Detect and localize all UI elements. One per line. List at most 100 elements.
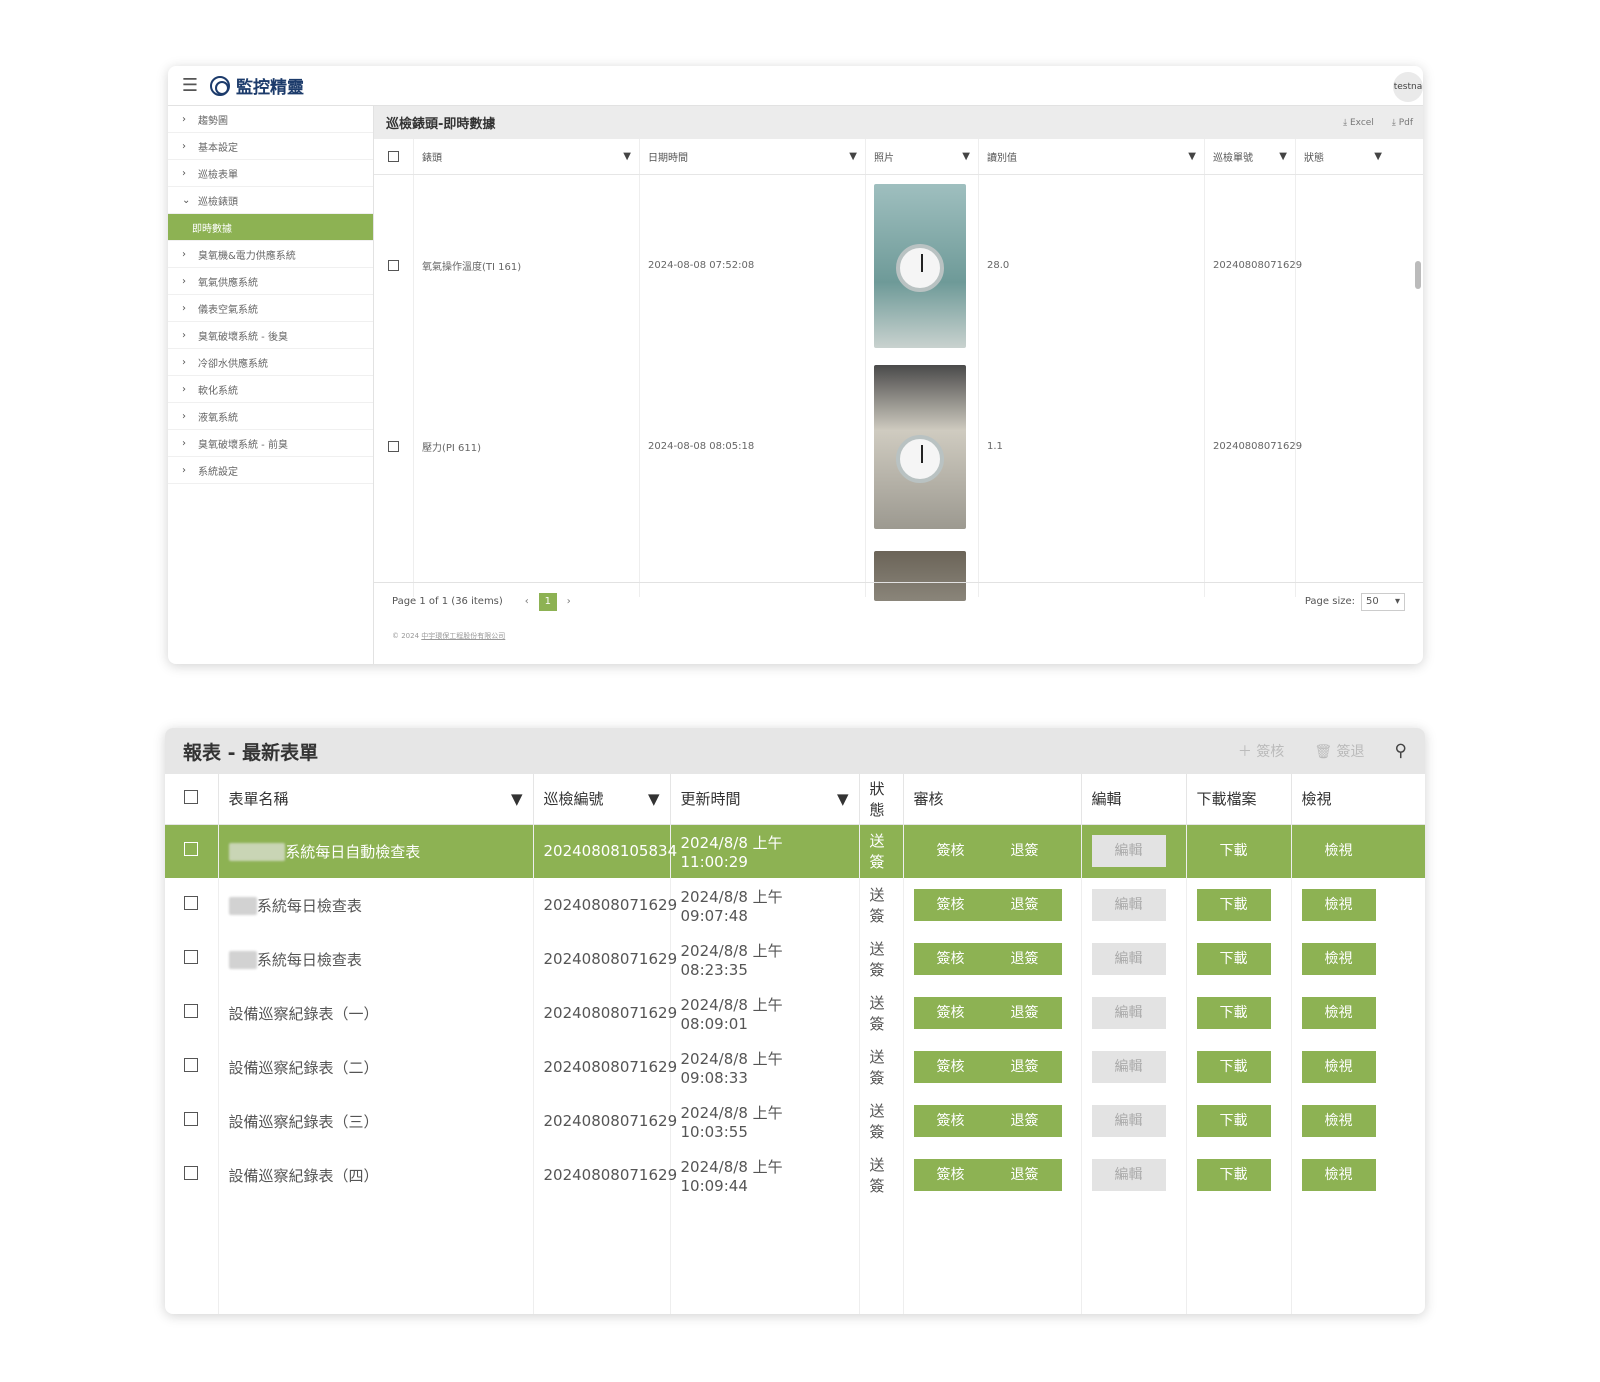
row-checkbox[interactable] bbox=[184, 1112, 199, 1126]
table-row[interactable]: 設備巡察紀錄表（二） 20240808071629 2024/8/8 上午 09:0… bbox=[165, 1040, 1425, 1094]
filter-icon[interactable]: ▼ bbox=[623, 151, 631, 162]
prev-page-icon[interactable]: ‹ bbox=[525, 596, 529, 607]
column-header-status[interactable]: 狀態 bbox=[1304, 149, 1324, 164]
filter-icon[interactable]: ▼ bbox=[1374, 151, 1382, 162]
sidebar-item[interactable]: › 臭氧破壞系統 - 前臭 bbox=[168, 430, 373, 457]
download-button[interactable]: 下載 bbox=[1196, 1159, 1271, 1191]
search-icon[interactable]: ⚲ bbox=[1395, 741, 1407, 761]
filter-icon[interactable]: ▼ bbox=[1279, 151, 1287, 162]
row-checkbox[interactable] bbox=[184, 1166, 199, 1180]
column-header-review[interactable]: 審核 bbox=[903, 774, 1082, 825]
row-checkbox[interactable] bbox=[184, 1058, 199, 1072]
table-row[interactable]: 設備巡察紀錄表（三） 20240808071629 2024/8/8 上午 10:0… bbox=[165, 1094, 1425, 1148]
row-checkbox[interactable] bbox=[184, 842, 199, 857]
sidebar-item[interactable]: › 系統設定 bbox=[168, 457, 373, 484]
return-button[interactable]: 退簽 bbox=[988, 889, 1062, 921]
column-header-photo[interactable]: 照片 bbox=[874, 149, 894, 164]
row-checkbox[interactable] bbox=[184, 896, 199, 910]
filter-icon[interactable]: ▼ bbox=[837, 790, 849, 808]
column-header-datetime[interactable]: 日期時間 bbox=[648, 149, 688, 164]
table-row[interactable]: 設備巡察紀錄表（一） 20240808071629 2024/8/8 上午 08:0… bbox=[165, 986, 1425, 1040]
download-button[interactable]: 下載 bbox=[1197, 835, 1271, 867]
page-number-button[interactable]: 1 bbox=[538, 592, 557, 611]
toolbar-sign-button[interactable]: ＋ 簽核 bbox=[1238, 741, 1284, 761]
row-checkbox[interactable] bbox=[388, 441, 399, 452]
column-header-form-no[interactable]: 巡檢編號 bbox=[544, 788, 604, 809]
download-button[interactable]: 下載 bbox=[1196, 997, 1271, 1029]
table-row[interactable]: 設備巡察紀錄表（四） 20240808071629 2024/8/8 上午 10:0… bbox=[165, 1148, 1425, 1202]
table-row[interactable]: ■■系統每日檢查表202408080716292024/8/8 上午 08:23… bbox=[165, 932, 1425, 986]
column-header-form-no[interactable]: 巡檢單號 bbox=[1213, 149, 1253, 164]
return-button[interactable]: 退簽 bbox=[988, 1159, 1062, 1191]
sidebar-item[interactable]: 即時數據 bbox=[168, 214, 373, 241]
sidebar-item[interactable]: › 趨勢圖 bbox=[168, 106, 373, 133]
filter-icon[interactable]: ▼ bbox=[1188, 151, 1196, 162]
export-pdf-button[interactable]: ⤓ Pdf bbox=[1392, 118, 1413, 128]
view-button[interactable]: 檢視 bbox=[1301, 1105, 1376, 1137]
sign-button[interactable]: 簽核 bbox=[914, 1051, 988, 1083]
column-header-reading[interactable]: 讀別值 bbox=[987, 149, 1017, 164]
row-checkbox[interactable] bbox=[184, 1004, 199, 1018]
return-button[interactable]: 退簽 bbox=[988, 1105, 1062, 1137]
sidebar-item[interactable]: › 儀表空氣系統 bbox=[168, 295, 373, 322]
return-button[interactable]: 退簽 bbox=[988, 943, 1062, 975]
company-link[interactable]: 中宇環保工程股份有限公司 bbox=[421, 632, 505, 640]
row-checkbox[interactable] bbox=[388, 260, 399, 271]
vertical-scrollbar[interactable] bbox=[1415, 181, 1421, 581]
return-button[interactable]: 退簽 bbox=[988, 1051, 1062, 1083]
sign-button[interactable]: 簽核 bbox=[914, 997, 988, 1029]
sidebar-item[interactable]: › 冷卻水供應系統 bbox=[168, 349, 373, 376]
column-header-view[interactable]: 檢視 bbox=[1291, 774, 1425, 825]
return-button[interactable]: 退簽 bbox=[988, 835, 1062, 867]
sign-button[interactable]: 簽核 bbox=[914, 1105, 988, 1137]
row-checkbox[interactable] bbox=[184, 950, 199, 964]
meter-photo[interactable] bbox=[874, 364, 966, 529]
column-header-download[interactable]: 下載檔案 bbox=[1186, 774, 1292, 825]
table-row[interactable]: 氧氣操作溫度(TI 161) 2024-08-08 07:52:08 28.0 … bbox=[374, 175, 1423, 356]
page-size-select[interactable]: 50 bbox=[1361, 592, 1405, 611]
view-button[interactable]: 檢視 bbox=[1301, 1051, 1376, 1083]
table-row[interactable]: ■■■■系統每日自動檢查表202408081058342024/8/8 上午 1… bbox=[165, 824, 1425, 878]
column-header-status[interactable]: 狀態 bbox=[859, 774, 904, 825]
column-header-meter[interactable]: 錶頭 bbox=[422, 149, 442, 164]
sidebar-item[interactable]: › 氧氣供應系統 bbox=[168, 268, 373, 295]
download-button[interactable]: 下載 bbox=[1196, 943, 1271, 975]
sidebar-item[interactable]: › 臭氧破壞系統 - 後臭 bbox=[168, 322, 373, 349]
column-header-edit[interactable]: 編輯 bbox=[1081, 774, 1187, 825]
next-page-icon[interactable]: › bbox=[567, 596, 571, 607]
avatar[interactable]: testna bbox=[1393, 72, 1423, 102]
toolbar-return-button[interactable]: 🗑 簽退 bbox=[1314, 741, 1364, 761]
select-all-checkbox[interactable] bbox=[184, 789, 199, 804]
sign-button[interactable]: 簽核 bbox=[914, 1159, 988, 1191]
column-header-updated[interactable]: 更新時間 bbox=[681, 788, 741, 809]
filter-icon[interactable]: ▼ bbox=[849, 151, 857, 162]
view-button[interactable]: 檢視 bbox=[1301, 997, 1376, 1029]
download-button[interactable]: 下載 bbox=[1196, 1051, 1271, 1083]
sidebar-item[interactable]: › 巡檢表單 bbox=[168, 160, 373, 187]
sidebar-item[interactable]: › 軟化系統 bbox=[168, 376, 373, 403]
sign-button[interactable]: 簽核 bbox=[914, 835, 988, 867]
sign-button[interactable]: 簽核 bbox=[914, 889, 988, 921]
scrollbar-thumb[interactable] bbox=[1415, 261, 1421, 289]
download-button[interactable]: 下載 bbox=[1196, 889, 1271, 921]
sidebar-item[interactable]: › 臭氧機&電力供應系統 bbox=[168, 241, 373, 268]
view-button[interactable]: 檢視 bbox=[1301, 943, 1376, 975]
sidebar-item[interactable]: › 液氧系統 bbox=[168, 403, 373, 430]
download-button[interactable]: 下載 bbox=[1196, 1105, 1271, 1137]
menu-icon[interactable]: ☰ bbox=[174, 75, 206, 96]
view-button[interactable]: 檢視 bbox=[1301, 889, 1376, 921]
export-excel-button[interactable]: ⤓ Excel bbox=[1343, 118, 1374, 128]
view-button[interactable]: 檢視 bbox=[1301, 1159, 1376, 1191]
filter-icon[interactable]: ▼ bbox=[648, 790, 660, 808]
select-all-checkbox[interactable] bbox=[388, 151, 399, 162]
filter-icon[interactable]: ▼ bbox=[511, 790, 523, 808]
table-row[interactable]: 壓力(PI 611) 2024-08-08 08:05:18 1.1 20240… bbox=[374, 356, 1423, 537]
sidebar-item[interactable]: › 基本設定 bbox=[168, 133, 373, 160]
view-button[interactable]: 檢視 bbox=[1302, 835, 1376, 867]
sign-button[interactable]: 簽核 bbox=[914, 943, 988, 975]
sidebar-item[interactable]: ⌄ 巡檢錶頭 bbox=[168, 187, 373, 214]
filter-icon[interactable]: ▼ bbox=[962, 151, 970, 162]
table-row[interactable]: ■■系統每日檢查表202408080716292024/8/8 上午 09:07… bbox=[165, 878, 1425, 932]
meter-photo[interactable] bbox=[874, 183, 966, 348]
column-header-form-name[interactable]: 表單名稱 bbox=[229, 788, 289, 809]
